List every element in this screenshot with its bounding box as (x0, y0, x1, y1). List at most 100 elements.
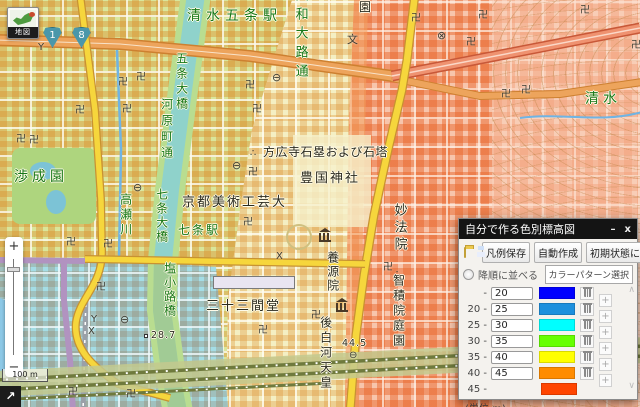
zoom-slider-handle[interactable] (7, 267, 20, 272)
temple-icon: 卍 (75, 105, 85, 116)
zoom-in-button[interactable]: + (5, 239, 23, 254)
close-button[interactable]: x (625, 224, 631, 235)
range-label: 30 - (467, 335, 487, 347)
add-row-button[interactable]: + (599, 373, 612, 387)
delete-row-button[interactable] (580, 334, 594, 348)
layer-button-label: 地図 (8, 27, 38, 38)
add-row-button[interactable]: + (599, 325, 612, 339)
temple-icon: 卍 (96, 282, 106, 293)
color-swatch[interactable] (541, 383, 577, 395)
color-swatch[interactable] (539, 367, 575, 379)
color-swatch[interactable] (539, 335, 575, 347)
temple-icon: 卍 (383, 262, 393, 273)
delete-row-button[interactable] (580, 350, 594, 364)
upper-bound-input[interactable] (491, 286, 533, 300)
color-swatch[interactable] (539, 351, 575, 363)
upper-bound-input[interactable] (491, 350, 533, 364)
temple-icon: 卍 (122, 104, 132, 115)
label-kiyomizu-gojo-station: 清水五条駅 (187, 8, 282, 24)
delete-row-button[interactable] (580, 318, 594, 332)
upper-bound-input[interactable] (491, 302, 533, 316)
temple-icon: 卍 (258, 325, 268, 336)
temple-icon: 卍 (66, 237, 76, 248)
color-pattern-select[interactable]: カラーパターン選択 (544, 264, 633, 284)
color-swatch[interactable] (539, 303, 575, 315)
upper-bound-input[interactable] (491, 318, 533, 332)
label-hokoji-stone-wall: 方広寺石塁および石塔 (263, 145, 389, 159)
add-row-button[interactable]: + (599, 309, 612, 323)
save-legend-button[interactable]: 凡例保存 (482, 241, 530, 263)
sort-descending-label: 降順に並べる (478, 270, 538, 282)
benchmark-icon: ⊖ (349, 350, 358, 361)
range-label: 20 - (467, 303, 487, 315)
label-kawaramachi-dori: 河原町通 (159, 98, 174, 162)
label-en-park: 園 (359, 0, 372, 14)
museum-icon (336, 298, 348, 312)
spot-height-icon (144, 334, 148, 338)
fire-station-icon: Y (91, 314, 98, 325)
trash-icon (582, 335, 592, 345)
panel-titlebar[interactable]: 自分で作る色別標高図 – x (459, 219, 637, 239)
elevation-panel: 自分で作る色別標高図 – x 凡例保存 自動作成 初期状態に戻す 降順に並べる … (458, 218, 640, 407)
temple-icon: 卍 (580, 5, 590, 16)
delete-row-button[interactable] (580, 302, 594, 316)
station-icon: ⊖ (232, 159, 242, 172)
label-kiyomizu: 清水 (585, 91, 621, 107)
historic-site-icon: ∴ (250, 148, 257, 159)
upper-bound-input[interactable] (491, 366, 533, 380)
sort-row: 降順に並べる カラーパターン選択 (459, 264, 637, 284)
trash-icon (582, 319, 592, 329)
scroll-up-icon[interactable]: ∧ (628, 285, 635, 295)
panel-toolbar: 凡例保存 自動作成 初期状態に戻す (459, 239, 640, 265)
trash-icon (582, 303, 592, 313)
auto-create-button[interactable]: 自動作成 (534, 241, 582, 263)
range-label: 40 - (467, 367, 487, 379)
layer-select-button[interactable]: 地図 (7, 7, 39, 39)
trash-icon (582, 287, 592, 297)
range-label: 45 - (467, 383, 487, 395)
temple-icon: 卍 (248, 167, 258, 178)
sort-descending-radio[interactable] (463, 268, 474, 280)
unit-label: (単位:m) (459, 397, 637, 407)
label-toyokuni-shrine: 豊国神社 (300, 171, 361, 186)
temple-icon: 卍 (16, 134, 26, 145)
expand-arrow-button[interactable]: ↗ (0, 386, 21, 407)
add-row-button[interactable]: + (599, 341, 612, 355)
label-gojo-ohashi: 五条大橋 (174, 52, 189, 112)
color-swatch[interactable] (539, 287, 575, 299)
minimize-button[interactable]: – (611, 224, 616, 235)
range-label: 25 - (467, 319, 487, 331)
open-folder-icon[interactable] (464, 244, 474, 258)
temple-icon: 卍 (252, 104, 262, 115)
temple-icon: 卍 (466, 37, 476, 48)
temple-icon: 卍 (118, 77, 128, 88)
temple-icon: 卍 (411, 13, 421, 24)
upper-bound-input[interactable] (491, 334, 533, 348)
police-box-icon: X (88, 326, 95, 337)
gsi-map-app: 卍卍卍卍卍卍卍卍卍卍卍卍卍卍卍卍卍卍卍卍卍卍卍卍卍 ⊗ 文 ⊖ ⊖ ⊖ ⊖ ⊖ ∴ ∴ X X Y Y 清… (0, 0, 640, 407)
label-shichijo-ohashi: 七条大橋 (154, 188, 169, 244)
panel-title: 自分で作る色別標高図 (465, 223, 575, 236)
add-row-button[interactable]: + (599, 293, 612, 307)
delete-row-button[interactable] (580, 286, 594, 300)
label-goshirakawa-tenno: 後白河天皇 (318, 316, 333, 391)
zoom-control: + − (5, 237, 23, 377)
label-sanjusangendo: 三十三間堂 (206, 299, 282, 314)
museum-plaza-circle (286, 224, 312, 250)
delete-row-button[interactable] (580, 366, 594, 380)
add-row-button[interactable]: + (599, 357, 612, 371)
zoom-slider-track[interactable] (13, 259, 14, 355)
scroll-down-icon[interactable]: ∨ (628, 381, 635, 391)
station-icon: ⊖ (120, 313, 130, 326)
color-swatch[interactable] (539, 319, 575, 331)
label-spot-height-287: 28.7 (151, 330, 177, 341)
trash-icon (582, 351, 592, 361)
temple-icon: 卍 (501, 89, 511, 100)
scale-bar: 100 m (2, 369, 48, 382)
trash-icon (582, 367, 592, 377)
shoseien-garden-area (12, 148, 96, 224)
station-icon: ⊖ (133, 181, 143, 194)
reset-button[interactable]: 初期状態に戻す (586, 241, 640, 263)
station-icon: ⊖ (272, 71, 282, 84)
police-station-icon: ⊗ (437, 29, 447, 42)
